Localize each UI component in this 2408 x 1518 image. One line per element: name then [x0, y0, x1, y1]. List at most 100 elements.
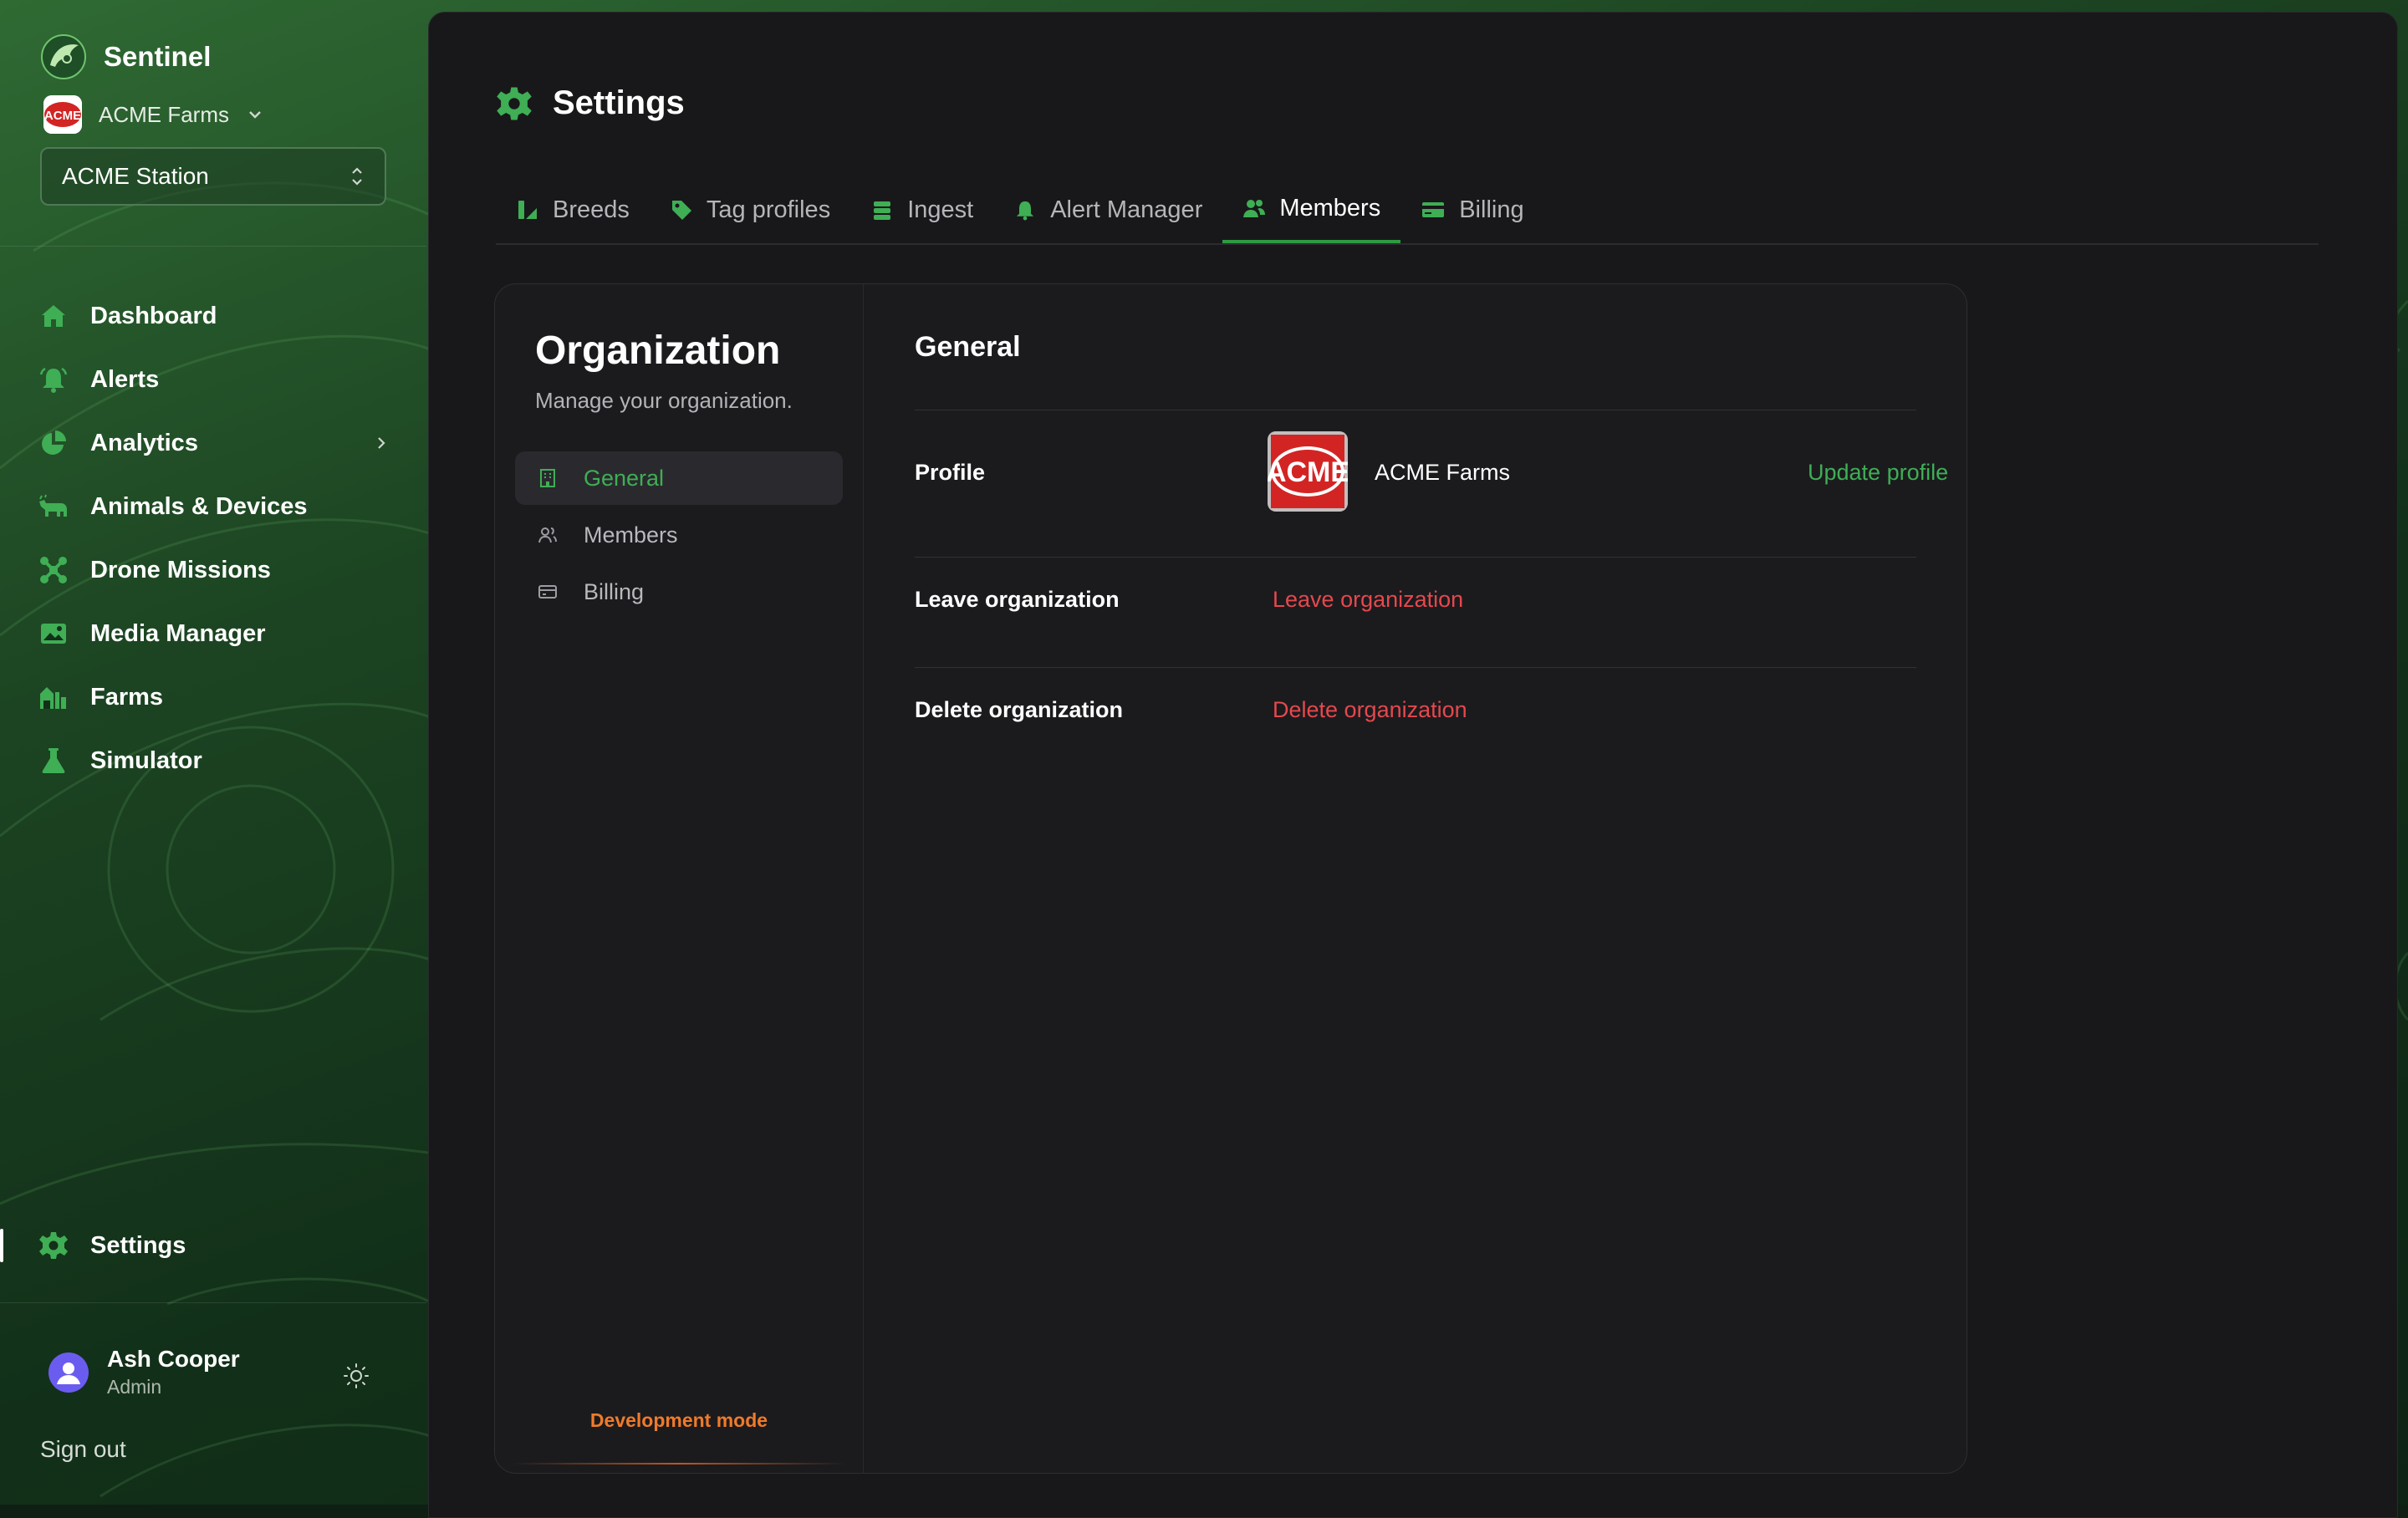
- brand[interactable]: Sentinel: [40, 33, 211, 80]
- sidebar-item-analytics[interactable]: Analytics: [37, 411, 396, 475]
- flask-icon: [37, 744, 70, 777]
- sidebar-item-label: Drone Missions: [90, 556, 271, 583]
- sidebar-item-label: Alerts: [90, 365, 160, 393]
- leave-organization-button[interactable]: Leave organization: [1273, 587, 1463, 613]
- sidebar-item-dashboard[interactable]: Dashboard: [37, 284, 396, 348]
- chevron-down-icon: [249, 111, 261, 119]
- users-icon: [1243, 200, 1266, 217]
- sidebar-item-animals-devices[interactable]: Animals & Devices: [37, 475, 396, 538]
- org-nav-members[interactable]: Members: [515, 508, 843, 562]
- sidebar-item-farms[interactable]: Farms: [37, 665, 396, 729]
- main-panel: Settings Breeds Tag profiles Ingest Aler…: [428, 12, 2398, 1518]
- tab-tag-profiles[interactable]: Tag profiles: [650, 176, 850, 243]
- theme-toggle-button[interactable]: [338, 1358, 375, 1394]
- tab-members[interactable]: Members: [1222, 176, 1401, 243]
- org-nav-general[interactable]: General: [515, 451, 843, 505]
- organization-nav: General Members Billing: [515, 451, 843, 622]
- gear-icon: [37, 1229, 70, 1262]
- tab-alert-manager[interactable]: Alert Manager: [993, 176, 1222, 243]
- chevron-right-icon: [378, 437, 385, 449]
- update-profile-button[interactable]: Update profile: [1808, 460, 1948, 486]
- page-title-text: Settings: [553, 84, 685, 121]
- org-nav-label: General: [584, 465, 665, 491]
- organization-subtitle: Manage your organization.: [535, 388, 793, 413]
- sidebar-item-label: Media Manager: [90, 619, 266, 647]
- sidebar-item-label: Dashboard: [90, 302, 217, 329]
- sidebar-divider: [0, 246, 426, 247]
- organization-profile-logo: ACME: [1268, 431, 1348, 512]
- tab-label: Tag profiles: [706, 196, 831, 223]
- row-divider: [915, 557, 1916, 558]
- tab-label: Members: [1279, 194, 1381, 222]
- row-divider: [915, 667, 1916, 668]
- sentinel-logo-icon: [41, 34, 86, 79]
- settings-tabs: Breeds Tag profiles Ingest Alert Manager…: [496, 176, 2319, 245]
- credit-card-icon: [1422, 202, 1445, 217]
- organization-switcher[interactable]: ACME ACME Farms: [43, 95, 264, 134]
- credit-card-icon: [538, 585, 557, 599]
- leave-organization-label: Leave organization: [915, 587, 1120, 612]
- sidebar-item-drone-missions[interactable]: Drone Missions: [37, 538, 396, 602]
- barn-icon: [37, 680, 70, 714]
- sidebar-item-label: Simulator: [90, 746, 202, 774]
- user-name: Ash Cooper: [107, 1346, 240, 1372]
- sidebar-item-label: Settings: [90, 1231, 186, 1259]
- home-icon: [37, 299, 70, 333]
- tab-label: Breeds: [553, 196, 630, 223]
- organization-logo: ACME: [43, 95, 82, 134]
- tab-label: Alert Manager: [1050, 196, 1203, 223]
- image-icon: [37, 617, 70, 650]
- tag-icon: [671, 201, 691, 220]
- organization-card: Organization Manage your organization. G…: [494, 283, 1967, 1474]
- bell-icon: [1017, 201, 1034, 221]
- sidebar-nav: Dashboard Alerts Analytics Animals & Dev…: [37, 284, 396, 792]
- cow-icon: [37, 490, 70, 523]
- profile-label: Profile: [915, 460, 986, 485]
- brand-name: Sentinel: [104, 41, 212, 72]
- users-icon: [538, 527, 557, 543]
- sidebar-item-alerts[interactable]: Alerts: [37, 348, 396, 411]
- section-title: General: [915, 331, 1021, 363]
- svg-text:ACME: ACME: [1268, 456, 1348, 488]
- page-title: Settings: [496, 84, 685, 122]
- user-role: Admin: [107, 1376, 162, 1398]
- sidebar-item-label: Animals & Devices: [90, 492, 308, 520]
- org-nav-label: Billing: [584, 578, 645, 604]
- tab-label: Billing: [1459, 196, 1524, 223]
- sidebar: Sentinel ACME ACME Farms ACME Station Da…: [0, 0, 426, 1505]
- development-mode-badge: Development mode: [589, 1409, 768, 1431]
- gear-icon: [497, 86, 532, 120]
- tab-ingest[interactable]: Ingest: [850, 176, 993, 243]
- sidebar-item-simulator[interactable]: Simulator: [37, 729, 396, 792]
- pie-chart-icon: [37, 426, 70, 460]
- organization-name: ACME Farms: [99, 101, 229, 127]
- organization-profile-name: ACME Farms: [1375, 460, 1510, 485]
- sidebar-item-media-manager[interactable]: Media Manager: [37, 602, 396, 665]
- sign-out-link[interactable]: Sign out: [40, 1436, 126, 1463]
- sidebar-item-settings[interactable]: Settings: [37, 1214, 396, 1277]
- station-select[interactable]: ACME Station: [40, 147, 386, 206]
- tab-label: Ingest: [907, 196, 974, 223]
- active-nav-indicator: [0, 1229, 3, 1262]
- breeds-icon: [518, 201, 537, 219]
- general-section: General Profile ACME ACME Farms Update p…: [863, 284, 1967, 1473]
- building-icon: [540, 469, 555, 487]
- sidebar-divider: [0, 1302, 426, 1303]
- sidebar-item-label: Farms: [90, 683, 164, 711]
- database-icon: [874, 201, 891, 220]
- station-select-value: ACME Station: [62, 163, 209, 189]
- development-mode-line: [512, 1463, 846, 1465]
- tab-billing[interactable]: Billing: [1400, 176, 1543, 243]
- sidebar-item-label: Analytics: [90, 429, 198, 456]
- chevron-up-down-icon: [352, 167, 362, 186]
- avatar: [48, 1352, 89, 1393]
- user-profile[interactable]: Ash Cooper Admin: [48, 1346, 240, 1398]
- delete-organization-button[interactable]: Delete organization: [1273, 697, 1467, 723]
- svg-text:ACME: ACME: [44, 109, 81, 123]
- organization-heading: Organization: [535, 329, 781, 373]
- organization-sidebar: Organization Manage your organization. G…: [495, 284, 864, 1473]
- tab-breeds[interactable]: Breeds: [496, 176, 650, 243]
- org-nav-billing[interactable]: Billing: [515, 565, 843, 619]
- org-nav-label: Members: [584, 522, 678, 548]
- sun-icon: [344, 1363, 369, 1388]
